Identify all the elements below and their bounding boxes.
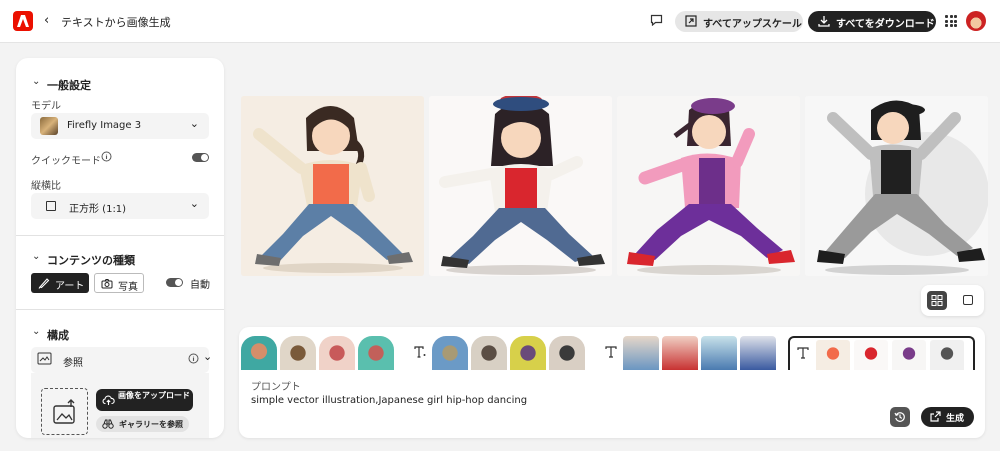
style-thumbnail bbox=[930, 340, 964, 370]
style-thumbnail[interactable] bbox=[549, 336, 585, 370]
chevron-down-icon: ⌄ bbox=[189, 197, 199, 210]
style-thumbnail[interactable] bbox=[471, 336, 507, 370]
page-title: テキストから画像生成 bbox=[61, 16, 171, 29]
general-settings-title: 一般設定 bbox=[47, 79, 91, 92]
chevron-down-icon[interactable]: ⌄ bbox=[32, 326, 40, 337]
model-select[interactable]: Firefly Image 3 ⌄ bbox=[31, 113, 209, 139]
reference-upload-area: 画像をアップロード ギャラリーを参照 bbox=[31, 373, 209, 438]
generated-image-1[interactable] bbox=[241, 96, 424, 276]
auto-toggle[interactable] bbox=[166, 278, 183, 287]
history-icon bbox=[894, 411, 906, 426]
style-thumbnail[interactable] bbox=[701, 336, 737, 370]
camera-icon bbox=[101, 278, 113, 292]
aspect-ratio-select[interactable]: 正方形 (1:1) ⌄ bbox=[31, 193, 209, 219]
text-style-icon[interactable] bbox=[414, 346, 426, 362]
upload-image-dropzone[interactable] bbox=[41, 388, 88, 435]
upscale-all-button[interactable]: すべてアップスケール bbox=[675, 11, 803, 32]
model-label: モデル bbox=[31, 101, 61, 112]
history-button[interactable] bbox=[890, 407, 910, 427]
generate-icon bbox=[930, 411, 941, 425]
divider bbox=[16, 235, 224, 236]
style-thumbnail[interactable] bbox=[623, 336, 659, 370]
photo-button[interactable]: 写真 bbox=[94, 273, 144, 293]
upload-image-icon bbox=[51, 398, 79, 429]
info-icon[interactable] bbox=[188, 353, 199, 367]
generate-button[interactable]: 生成 bbox=[921, 407, 974, 427]
auto-label: 自動 bbox=[190, 280, 210, 291]
comment-icon[interactable] bbox=[650, 14, 663, 29]
brush-icon bbox=[38, 277, 50, 292]
style-reference-strip bbox=[239, 336, 985, 370]
single-view-icon[interactable] bbox=[963, 295, 973, 305]
content-type-title: コンテンツの種類 bbox=[47, 254, 135, 267]
chevron-down-icon[interactable]: ⌄ bbox=[32, 76, 40, 87]
reference-icon bbox=[37, 352, 53, 370]
upscale-icon bbox=[685, 15, 697, 30]
model-thumbnail bbox=[40, 117, 58, 135]
prompt-input[interactable]: simple vector illustration,Japanese girl… bbox=[251, 395, 527, 406]
style-thumbnail[interactable] bbox=[662, 336, 698, 370]
avatar[interactable] bbox=[966, 11, 986, 31]
divider bbox=[16, 309, 224, 310]
quick-mode-toggle[interactable] bbox=[192, 153, 209, 162]
style-thumbnail[interactable] bbox=[319, 336, 355, 370]
style-thumbnail bbox=[854, 340, 888, 370]
prompt-panel: プロンプト simple vector illustration,Japanes… bbox=[239, 327, 985, 438]
style-thumbnail[interactable] bbox=[432, 336, 468, 370]
style-thumbnail[interactable] bbox=[740, 336, 776, 370]
cloud-upload-icon bbox=[102, 394, 115, 408]
chevron-down-icon: ⌄ bbox=[189, 117, 199, 130]
art-button[interactable]: アート bbox=[31, 273, 89, 293]
generated-image-2[interactable] bbox=[429, 96, 612, 276]
chevron-down-icon[interactable]: ⌄ bbox=[203, 350, 212, 363]
aspect-ratio-label: 縦横比 bbox=[31, 181, 61, 192]
browse-gallery-button[interactable]: ギャラリーを参照 bbox=[96, 416, 189, 432]
composition-title: 構成 bbox=[47, 329, 69, 342]
style-thumbnail[interactable] bbox=[280, 336, 316, 370]
generated-image-4[interactable] bbox=[805, 96, 988, 276]
back-icon[interactable]: ‹ bbox=[44, 13, 49, 28]
apps-grid-icon[interactable] bbox=[945, 15, 957, 27]
grid-view-icon[interactable] bbox=[927, 291, 947, 310]
text-style-icon bbox=[797, 347, 809, 363]
prompt-label: プロンプト bbox=[251, 382, 301, 393]
download-all-button[interactable]: すべてをダウンロード bbox=[808, 11, 936, 32]
square-icon bbox=[46, 201, 56, 211]
upload-image-button[interactable]: 画像をアップロード bbox=[96, 389, 193, 411]
style-thumbnail bbox=[892, 340, 926, 370]
download-icon bbox=[818, 15, 830, 30]
reference-row[interactable]: 参照 ⌄ bbox=[31, 347, 212, 373]
style-thumbnail[interactable] bbox=[241, 336, 277, 370]
view-toggle bbox=[921, 285, 984, 316]
style-thumbnail bbox=[816, 340, 850, 370]
binoculars-icon bbox=[102, 419, 114, 431]
info-icon[interactable] bbox=[101, 151, 112, 165]
adobe-logo-icon[interactable] bbox=[13, 11, 33, 31]
quick-mode-label: クイックモード bbox=[31, 156, 101, 167]
settings-panel: ⌄ 一般設定 モデル Firefly Image 3 ⌄ クイックモード 縦横比… bbox=[16, 58, 224, 438]
top-bar: ‹ テキストから画像生成 すべてアップスケール すべてをダウンロード bbox=[0, 0, 1000, 43]
style-thumbnail[interactable] bbox=[358, 336, 394, 370]
style-thumbnail[interactable] bbox=[510, 336, 546, 370]
chevron-down-icon[interactable]: ⌄ bbox=[32, 251, 40, 262]
selected-style-group[interactable] bbox=[788, 336, 975, 370]
generated-image-3[interactable] bbox=[617, 96, 800, 276]
text-style-icon[interactable] bbox=[605, 346, 617, 362]
